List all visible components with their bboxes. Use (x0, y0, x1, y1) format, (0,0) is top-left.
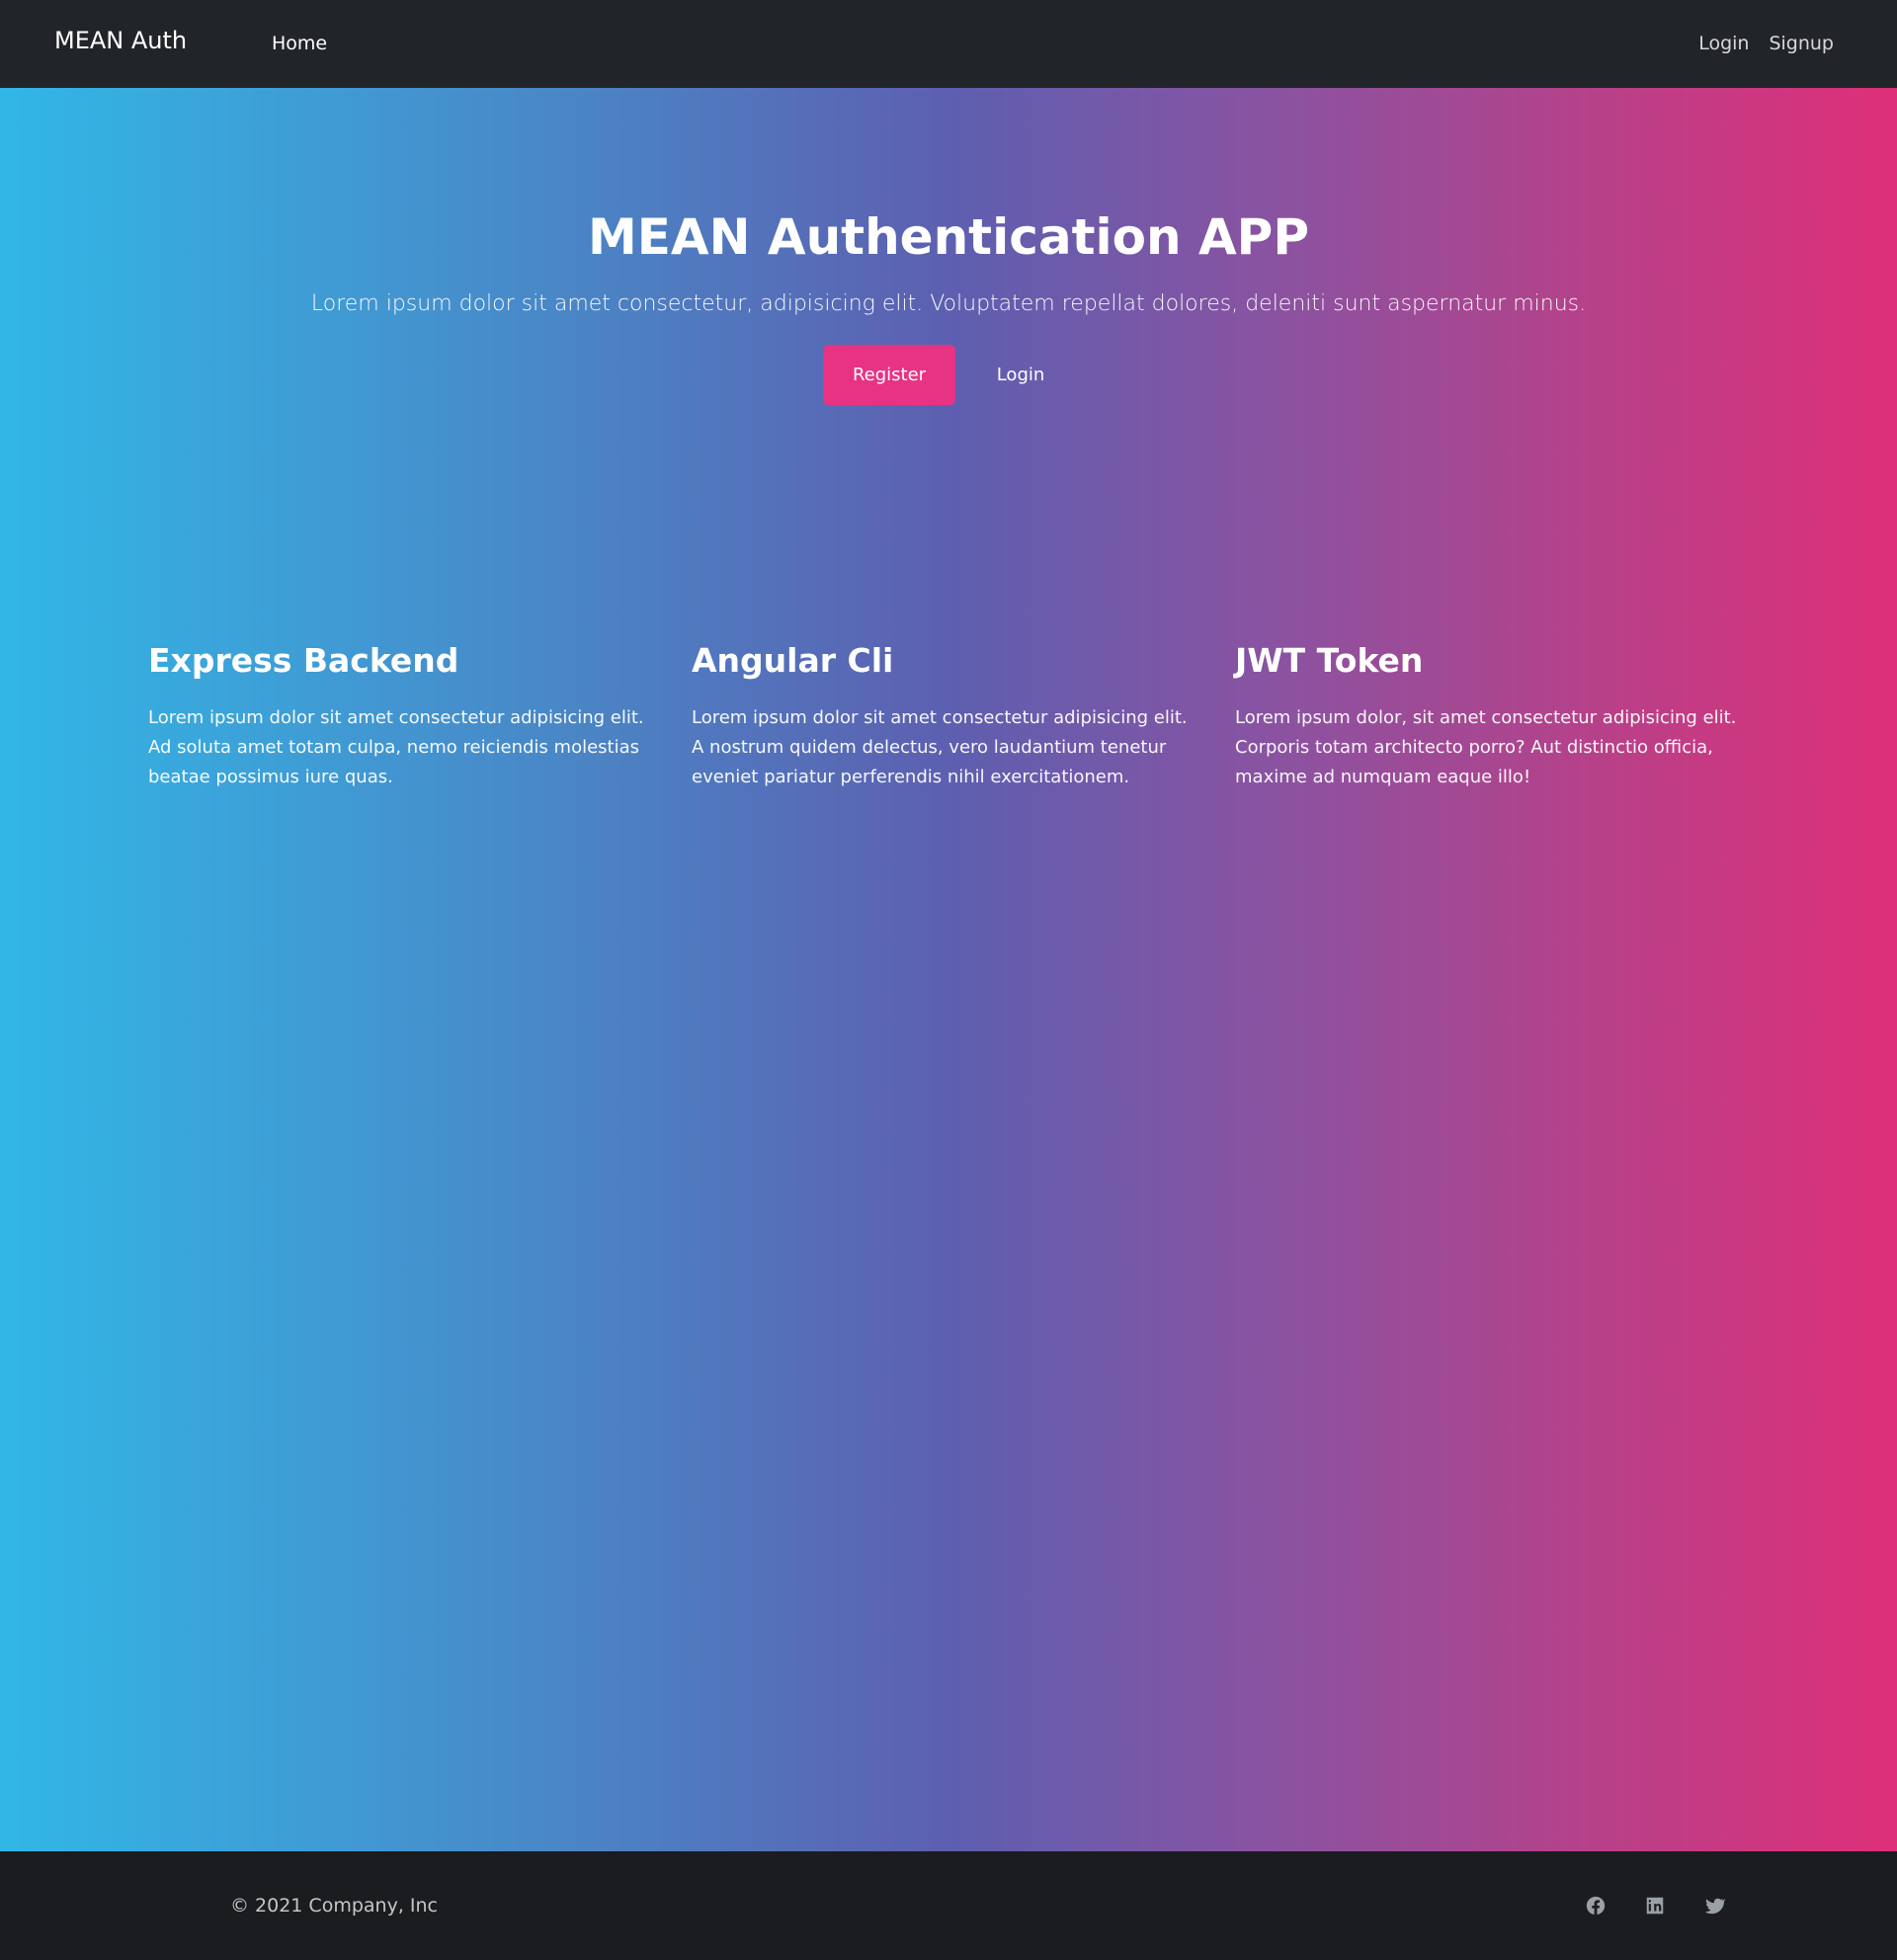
footer: © 2021 Company, Inc (0, 1851, 1897, 1960)
hero-subtitle: Lorem ipsum dolor sit amet consectetur, … (310, 291, 1587, 316)
feature-angular-cli: Angular Cli Lorem ipsum dolor sit amet c… (692, 641, 1203, 792)
copyright-text: © 2021 Company, Inc (230, 1895, 438, 1917)
main-content: MEAN Authentication APP Lorem ipsum dolo… (0, 88, 1897, 1851)
hero-actions: Register Login (0, 345, 1897, 405)
nav-login-link[interactable]: Login (1698, 33, 1749, 54)
facebook-icon[interactable] (1585, 1895, 1607, 1917)
feature-title: Express Backend (148, 641, 459, 680)
brand-logo[interactable]: MEAN Auth (54, 27, 187, 54)
feature-text: Lorem ipsum dolor sit amet consectetur a… (148, 707, 644, 787)
feature-title: JWT Token (1235, 641, 1424, 680)
feature-text: Lorem ipsum dolor sit amet consectetur a… (692, 707, 1188, 787)
twitter-icon[interactable] (1703, 1895, 1725, 1917)
nav-auth-links: Login Signup (1698, 33, 1834, 54)
nav-home-link[interactable]: Home (272, 33, 327, 54)
feature-express-backend: Express Backend Lorem ipsum dolor sit am… (148, 641, 660, 792)
feature-title: Angular Cli (692, 641, 894, 680)
linkedin-icon[interactable] (1644, 1895, 1666, 1917)
feature-text: Lorem ipsum dolor, sit amet consectetur … (1235, 707, 1737, 787)
nav-signup-link[interactable]: Signup (1769, 33, 1834, 54)
social-links (1585, 1895, 1725, 1917)
page-title: MEAN Authentication APP (588, 208, 1309, 266)
register-button[interactable]: Register (823, 345, 955, 405)
features-section: Express Backend Lorem ipsum dolor sit am… (148, 641, 1749, 792)
login-button[interactable]: Login (965, 345, 1076, 405)
feature-jwt-token: JWT Token Lorem ipsum dolor, sit amet co… (1235, 641, 1747, 792)
navbar: MEAN Auth Home Login Signup (0, 0, 1897, 88)
